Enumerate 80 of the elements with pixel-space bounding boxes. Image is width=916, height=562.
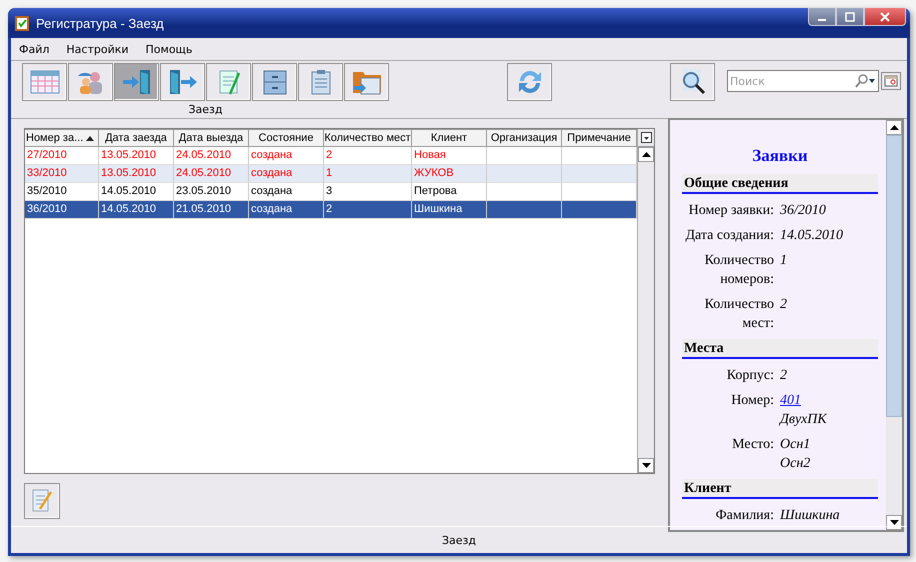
field-value: ДвухПК: [780, 411, 827, 429]
room-link[interactable]: 401: [780, 391, 827, 410]
table-cell: создана: [249, 165, 324, 183]
calendar-icon: [28, 68, 60, 96]
section-heading: Клиент: [682, 479, 878, 499]
field-label: Место:: [731, 436, 774, 454]
field-value: Осн2: [780, 455, 810, 473]
scroll-down-icon[interactable]: [890, 520, 898, 525]
field-label: Количество номеров:: [704, 252, 774, 289]
edit-button[interactable]: [24, 483, 60, 519]
search-button[interactable]: [670, 63, 715, 101]
scrollbar[interactable]: [886, 120, 902, 530]
table-cell: Шишкина: [412, 201, 487, 219]
scroll-up-icon[interactable]: [890, 125, 898, 130]
toolbar-button[interactable]: [298, 63, 343, 101]
field-value: 36/2010: [780, 202, 826, 220]
toolbar-button[interactable]: [160, 63, 205, 101]
toolbar-button[interactable]: [114, 63, 159, 101]
table-cell: 2: [324, 201, 412, 219]
field-label: Дата создания:: [684, 227, 774, 245]
close-icon: [879, 12, 891, 22]
table-cell: 36/2010: [25, 201, 99, 219]
column-chooser-icon[interactable]: [638, 129, 654, 147]
section-heading: Места: [682, 339, 878, 359]
toolbar-button[interactable]: [252, 63, 297, 101]
field-label: Номер заявки:: [688, 202, 774, 220]
table-cell: 13.05.2010: [99, 165, 174, 183]
table-cell: ЖУКОВ: [412, 165, 487, 183]
column-header[interactable]: Примечание: [562, 129, 637, 147]
window-title: Регистратура - Заезд: [36, 16, 165, 30]
field-value: 1: [780, 252, 787, 270]
field-label: Фамилия:: [714, 507, 774, 525]
field-value: Осн1: [780, 436, 810, 454]
scroll-up-icon[interactable]: [642, 152, 650, 157]
scroll-down-icon[interactable]: [642, 463, 650, 468]
maximize-button[interactable]: [836, 8, 864, 26]
section-heading: Общие сведения: [682, 174, 878, 194]
minimize-button[interactable]: [808, 8, 836, 26]
maximize-icon: [844, 12, 856, 22]
field-label: Количество мест:: [704, 296, 774, 333]
table-cell: 1: [324, 165, 412, 183]
column-header[interactable]: Состояние: [249, 129, 324, 147]
column-header[interactable]: Количество мест: [324, 129, 412, 147]
table-cell: создана: [249, 201, 324, 219]
status-text: Заезд: [442, 534, 476, 546]
scrollbar[interactable]: [637, 129, 654, 473]
minimize-icon: [818, 18, 826, 20]
field-value: 14.05.2010: [780, 227, 843, 245]
column-header[interactable]: Дата выезда: [174, 129, 249, 147]
window-icon: [884, 75, 898, 87]
table-row[interactable]: 36/2010 14.05.2010 21.05.2010 создана 2 Шишкина: [25, 201, 637, 219]
field-label: Номер:: [730, 392, 774, 410]
toolbar-button[interactable]: [344, 63, 389, 101]
details-title: Заявки: [751, 146, 809, 166]
field-value: 2: [780, 296, 787, 314]
toolbar-button[interactable]: [206, 63, 251, 101]
column-header[interactable]: Организация: [487, 129, 562, 147]
menu-item[interactable]: Файл: [19, 42, 50, 56]
clipboard-check-icon: [14, 14, 30, 32]
table-cell: 33/2010: [25, 165, 99, 183]
menu-item[interactable]: Помощь: [146, 42, 192, 56]
table-cell: 21.05.2010: [174, 201, 249, 219]
menu-item[interactable]: Настройки: [66, 42, 129, 56]
refresh-button[interactable]: [507, 63, 552, 101]
table-cell: 14.05.2010: [99, 201, 174, 219]
search-icon: [854, 74, 876, 88]
close-button[interactable]: [864, 8, 906, 26]
search-field[interactable]: Поиск: [727, 70, 879, 92]
toolbar-button[interactable]: [68, 63, 113, 101]
column-header[interactable]: Дата заезда: [99, 129, 174, 147]
column-header[interactable]: Номер за...: [25, 129, 99, 147]
column-header[interactable]: Клиент: [412, 129, 487, 147]
field-value: Шишкина: [780, 507, 840, 525]
toolbar-button[interactable]: [22, 63, 67, 101]
table-cell: 24.05.2010: [174, 165, 249, 183]
door-arrow-in-icon: [120, 68, 152, 96]
field-value: 2: [780, 367, 787, 385]
field-label: Корпус:: [726, 367, 774, 385]
toolbar-caption: Заезд: [188, 103, 222, 116]
clear-search-button[interactable]: [881, 72, 901, 90]
